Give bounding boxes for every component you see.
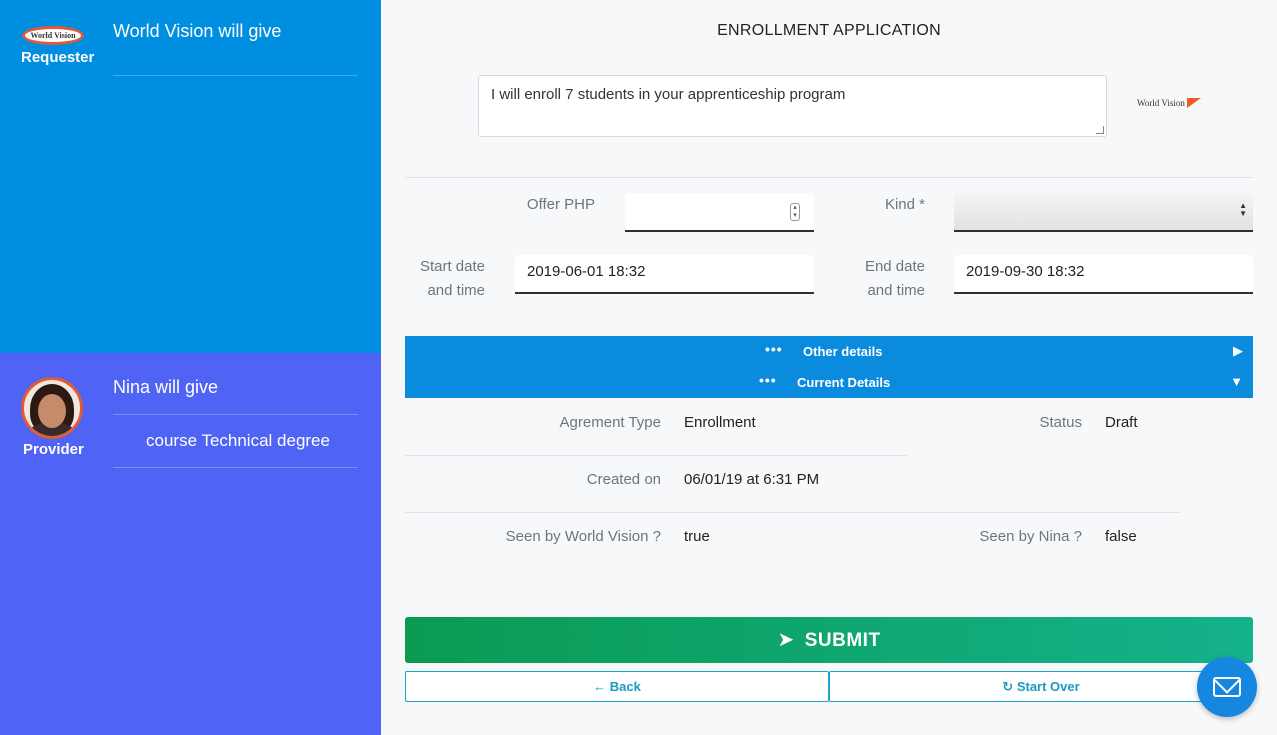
details-divider (405, 512, 1181, 513)
end-date-input[interactable]: 2019-09-30 18:32 (954, 255, 1253, 294)
parties-sidebar: World Vision Requester World Vision will… (0, 0, 381, 735)
current-details-label: Current Details (797, 375, 891, 390)
page-title: ENROLLMENT APPLICATION (717, 22, 941, 39)
more-icon: ••• (759, 372, 777, 388)
requester-title: World Vision will give (113, 21, 282, 41)
submit-label: SUBMIT (804, 630, 881, 651)
provider-divider-top (113, 414, 358, 415)
message-fab[interactable] (1197, 657, 1257, 717)
paper-plane-icon: ➤ (777, 629, 795, 651)
created-on-label: Created on (586, 471, 661, 488)
seen-by-provider-value: false (1105, 528, 1137, 545)
kind-select[interactable]: ▲ ▼ (954, 193, 1253, 232)
status-value: Draft (1105, 414, 1138, 431)
message-textarea[interactable]: I will enroll 7 students in your apprent… (478, 75, 1107, 137)
requester-panel: World Vision Requester World Vision will… (0, 0, 381, 353)
end-date-label: End date and time (864, 258, 925, 299)
message-text: I will enroll 7 students in your apprent… (491, 86, 846, 103)
offer-input[interactable]: ▴ ▾ (625, 193, 814, 232)
more-icon: ••• (765, 341, 783, 357)
seen-by-requester-value: true (684, 528, 710, 545)
caret-right-icon: ▶ (1233, 343, 1243, 358)
enrollment-form: ENROLLMENT APPLICATION I will enroll 7 s… (381, 0, 1277, 735)
caret-down-icon: ▼ (1230, 374, 1243, 389)
agreement-type-label: Agrement Type (559, 414, 661, 431)
arrow-left-icon: ← (593, 679, 607, 694)
provider-avatar (21, 377, 83, 439)
provider-item[interactable]: course Technical degree (146, 431, 330, 451)
provider-title: Nina will give (113, 377, 219, 397)
details-divider (405, 455, 907, 456)
partner-logo: World Vision (1137, 98, 1201, 108)
requester-divider (113, 75, 358, 76)
chevron-updown-icon: ▲ ▼ (1239, 201, 1247, 218)
other-details-toggle[interactable]: ••• Other details ▶ (405, 336, 1253, 367)
offer-label: Offer PHP (526, 196, 595, 213)
start-date-label: Start date and time (419, 258, 485, 299)
mail-icon (1213, 677, 1241, 697)
other-details-label: Other details (803, 344, 883, 359)
status-label: Status (1039, 414, 1082, 431)
current-details-toggle[interactable]: ••• Current Details ▼ (405, 367, 1253, 398)
start-over-button[interactable]: ↻ Start Over (829, 671, 1253, 702)
back-button[interactable]: ← Back (405, 671, 829, 702)
requester-logo: World Vision (22, 26, 84, 45)
number-stepper-icon[interactable]: ▴ ▾ (790, 203, 800, 221)
seen-by-requester-label: Seen by World Vision ? (505, 528, 661, 545)
seen-by-provider-label: Seen by Nina ? (979, 528, 1082, 545)
created-on-value: 06/01/19 at 6:31 PM (684, 471, 820, 488)
refresh-icon: ↻ (1002, 679, 1014, 694)
provider-role-label: Provider (23, 441, 84, 458)
provider-divider-bottom (113, 467, 358, 468)
submit-button[interactable]: ➤ SUBMIT (405, 617, 1253, 663)
form-divider (405, 177, 1253, 178)
requester-role-label: Requester (21, 49, 95, 66)
provider-panel: Provider Nina will give course Technical… (0, 353, 381, 735)
start-over-label: Start Over (1016, 679, 1080, 694)
start-date-input[interactable]: 2019-06-01 18:32 (515, 255, 814, 294)
agreement-type-value: Enrollment (684, 414, 756, 431)
back-label: Back (609, 679, 641, 694)
kind-label: Kind * (884, 196, 925, 213)
resize-handle-icon[interactable] (1096, 126, 1104, 134)
